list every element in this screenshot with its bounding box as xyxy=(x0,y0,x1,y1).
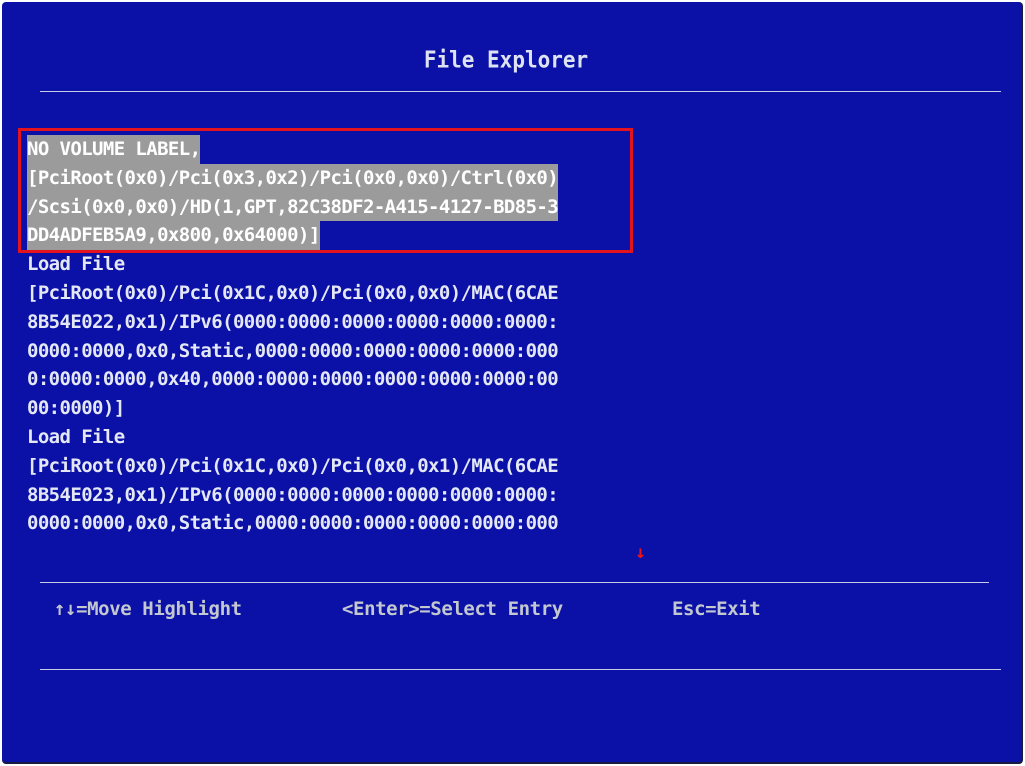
help-move-highlight: ↑↓=Move Highlight xyxy=(54,598,242,620)
entry-line: 0:0000:0000,0x40,0000:0000:0000:0000:000… xyxy=(27,368,559,391)
file-entry-load-file-2[interactable]: Load File [PciRoot(0x0)/Pci(0x1C,0x0)/Pc… xyxy=(27,423,627,538)
file-entry-load-file-1[interactable]: Load File [PciRoot(0x0)/Pci(0x1C,0x0)/Pc… xyxy=(27,250,627,423)
entry-line: 8B54E022,0x1)/IPv6(0000:0000:0000:0000:0… xyxy=(27,310,559,333)
bios-screen: File Explorer NO VOLUME LABEL, [PciRoot(… xyxy=(2,2,1023,764)
entry-line: [PciRoot(0x0)/Pci(0x1C,0x0)/Pci(0x0,0x0)… xyxy=(27,281,559,304)
entry-line: Load File xyxy=(27,425,125,448)
top-divider xyxy=(40,91,1001,92)
page-title: File Explorer xyxy=(423,46,589,74)
help-select-entry: <Enter>=Select Entry xyxy=(342,598,563,620)
selection-outline xyxy=(18,128,633,253)
scroll-down-indicator-icon[interactable]: ↓ xyxy=(635,542,646,563)
entry-line: Load File xyxy=(27,253,125,276)
middle-divider xyxy=(40,582,989,583)
entry-line: 0000:0000,0x0,Static,0000:0000:0000:0000… xyxy=(27,512,559,535)
entry-line: 8B54E023,0x1)/IPv6(0000:0000:0000:0000:0… xyxy=(27,483,559,506)
entry-line: [PciRoot(0x0)/Pci(0x1C,0x0)/Pci(0x0,0x1)… xyxy=(27,454,559,477)
entry-line: 0000:0000,0x0,Static,0000:0000:0000:0000… xyxy=(27,339,559,362)
help-exit: Esc=Exit xyxy=(672,598,761,620)
entry-line: 00:0000)] xyxy=(27,397,125,420)
bottom-divider xyxy=(40,669,1001,670)
